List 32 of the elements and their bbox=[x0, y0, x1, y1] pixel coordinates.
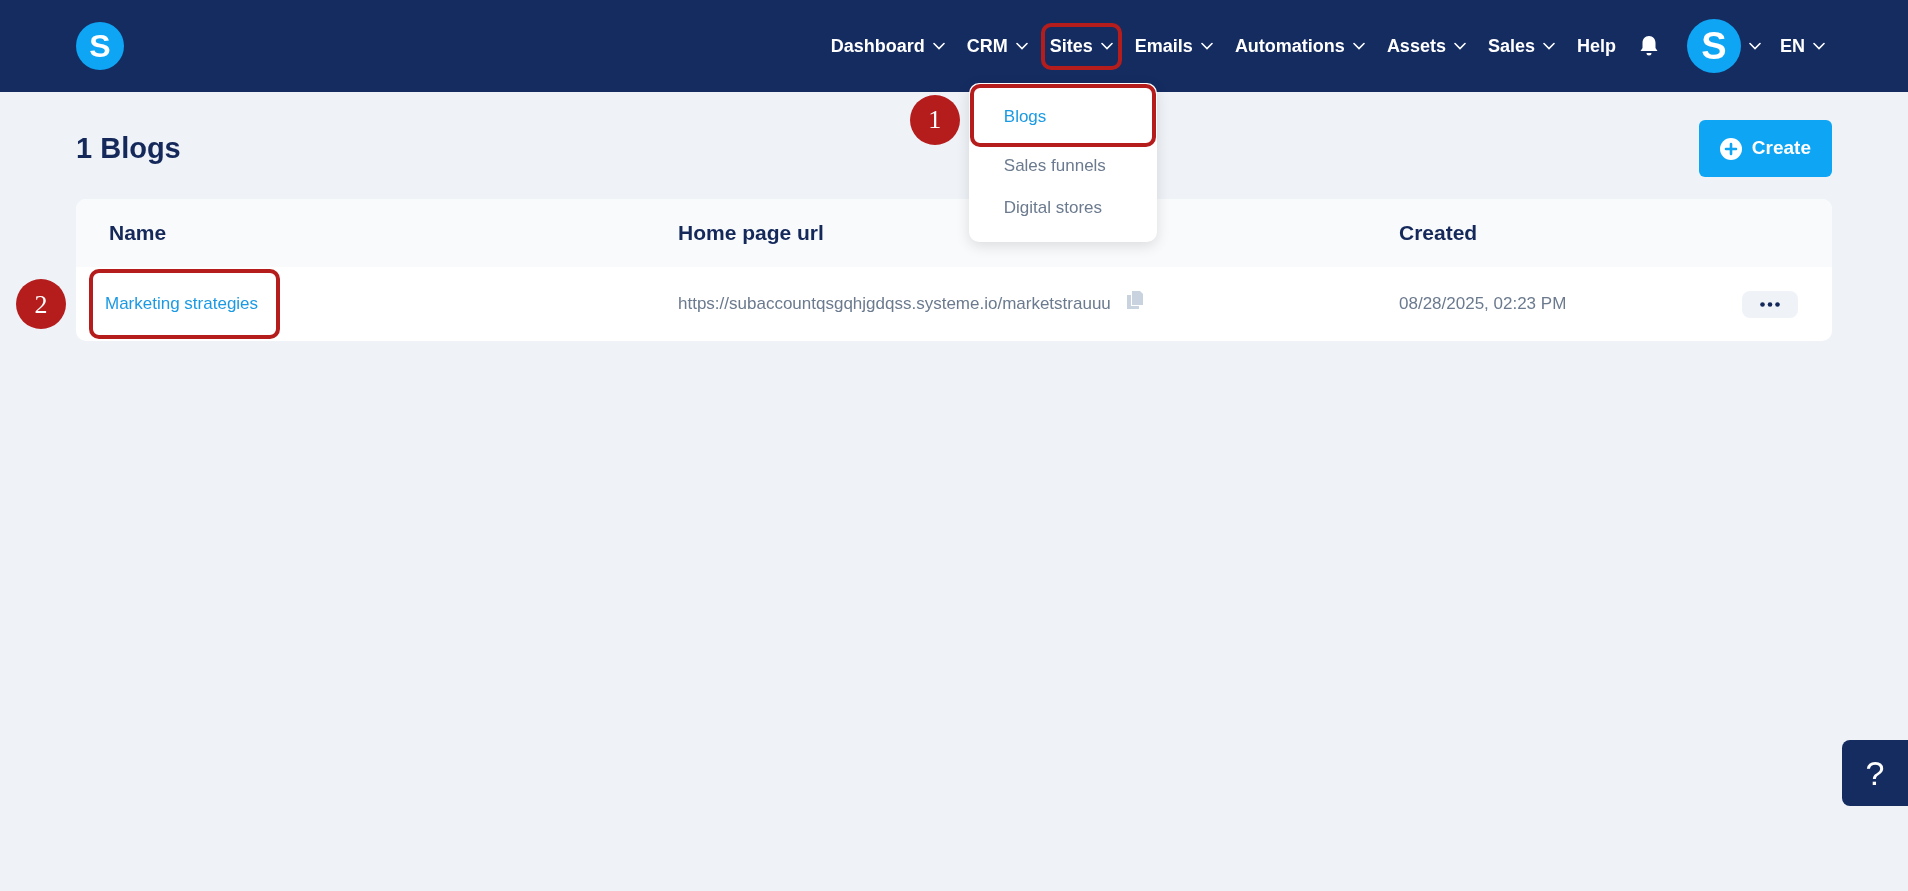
step-marker: 2 bbox=[16, 279, 66, 329]
plus-icon bbox=[1719, 137, 1742, 160]
caret-icon bbox=[1352, 42, 1365, 50]
menu-item[interactable]: Sales funnels bbox=[971, 145, 1154, 187]
nav-menu[interactable]: Dashboard bbox=[823, 24, 952, 68]
nav-menu[interactable]: CRM bbox=[959, 24, 1035, 68]
more-icon bbox=[1760, 301, 1780, 307]
column-header: Name bbox=[109, 221, 167, 245]
caret-icon bbox=[932, 42, 945, 50]
caret-icon bbox=[1542, 42, 1555, 50]
nav-menu[interactable]: Assets bbox=[1379, 24, 1473, 68]
caret-icon bbox=[1015, 42, 1028, 50]
nav-menu[interactable]: Sites bbox=[1042, 24, 1120, 68]
page-title: 1 Blogs bbox=[76, 130, 181, 166]
date-text: 08/28/2025, 02:23 PM bbox=[1399, 293, 1567, 316]
nav-menu[interactable]: Emails bbox=[1127, 24, 1220, 68]
more-button[interactable] bbox=[1742, 290, 1798, 318]
caret-icon bbox=[1453, 42, 1466, 50]
step-marker: 1 bbox=[909, 94, 960, 145]
nav-menu[interactable]: Sales bbox=[1480, 24, 1562, 68]
language-menu[interactable]: EN bbox=[1773, 24, 1832, 68]
caret-icon bbox=[1749, 42, 1761, 50]
column-header: Created bbox=[1399, 221, 1478, 245]
caret-icon bbox=[1200, 42, 1213, 50]
caret-icon bbox=[1100, 42, 1113, 50]
menu-item[interactable]: Digital stores bbox=[971, 186, 1154, 228]
nav-menu[interactable]: Help bbox=[1569, 24, 1623, 68]
column-header: Home page url bbox=[678, 221, 824, 245]
nav-menu[interactable]: Automations bbox=[1227, 24, 1372, 68]
caret-icon bbox=[1813, 42, 1825, 50]
url-text: https://subaccountqsgqhjgdqss.systeme.io/marketstrauuu bbox=[678, 293, 1111, 316]
help-button[interactable]: ? bbox=[1842, 740, 1908, 806]
